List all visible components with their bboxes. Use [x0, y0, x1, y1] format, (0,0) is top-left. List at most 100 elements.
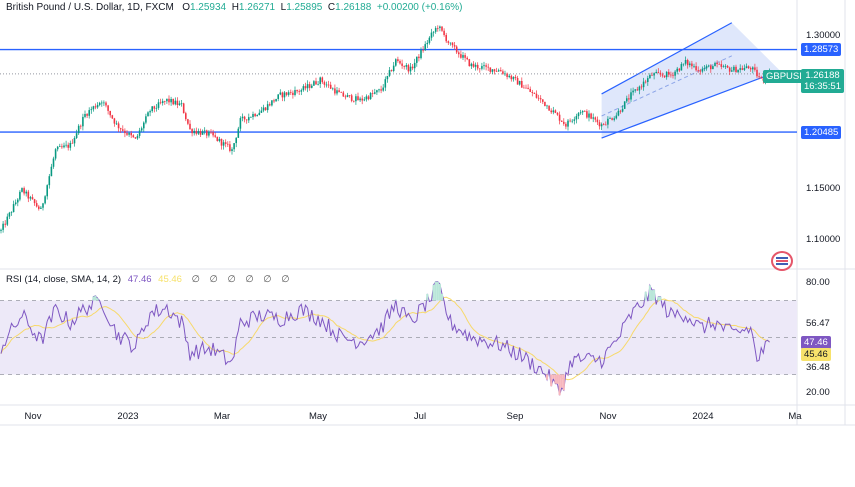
candle-body [558, 114, 561, 121]
candle-body [151, 106, 153, 112]
candle-body [233, 143, 235, 150]
candle-body [357, 96, 359, 101]
rsi-sma-value: 45.46 [158, 274, 182, 285]
candle-body [581, 110, 584, 113]
candle-body [176, 100, 179, 106]
candle-body [523, 87, 525, 89]
candle-body [663, 75, 666, 78]
candle-body [147, 112, 149, 117]
candle-body [546, 105, 548, 107]
candle-body [462, 55, 464, 58]
candle-body [319, 77, 321, 85]
rsi-label: RSI (14, close, SMA, 14, 2) [6, 274, 122, 285]
time-tick: 2024 [692, 411, 714, 422]
candle-body [390, 70, 393, 71]
candle-body [552, 110, 555, 113]
candle-body [384, 79, 387, 88]
time-tick: Jul [413, 411, 427, 422]
candle-body [466, 57, 468, 60]
candle-body [252, 114, 254, 118]
candle-body [340, 92, 342, 93]
candle-body [426, 42, 429, 45]
candle-body [48, 176, 51, 186]
candle-body [334, 88, 336, 94]
candle-body [493, 69, 496, 72]
candle-body [615, 115, 618, 119]
candle-body [71, 142, 74, 144]
candle-body [428, 37, 431, 43]
candle-body [203, 130, 206, 132]
candle-body [361, 98, 363, 101]
time-tick: Sep [506, 411, 524, 422]
candle-body [250, 117, 252, 118]
rsi-tick: 56.47 [806, 318, 830, 329]
candle-body [325, 84, 328, 86]
time-tick: 2023 [117, 411, 139, 422]
candle-body [216, 136, 219, 142]
candle-body [705, 66, 708, 69]
candle-body [241, 116, 244, 119]
candle-body [563, 121, 565, 124]
candle-body [678, 68, 681, 71]
candle-body [747, 66, 750, 69]
candle-body [113, 118, 116, 124]
candle-body [346, 95, 349, 98]
candle-body [382, 87, 384, 91]
empty-value: ∅ [263, 274, 272, 285]
candle-body [222, 142, 225, 146]
rsi-legend[interactable]: RSI (14, close, SMA, 14, 2) 47.46 45.46 … [6, 274, 289, 285]
candle-body [239, 118, 242, 129]
candle-body [185, 113, 187, 120]
rsi-tick: 80.00 [806, 277, 830, 288]
candle-body [741, 68, 744, 70]
candle-body [728, 67, 731, 72]
candle-body [693, 66, 695, 67]
candle-body [166, 98, 168, 102]
candle-body [470, 63, 473, 67]
candle-body [323, 82, 326, 85]
candle-body [130, 133, 132, 136]
candle-body [686, 60, 689, 66]
candle-body [661, 74, 664, 76]
candle-body [59, 146, 61, 148]
candle-body [403, 65, 405, 67]
candle-body [290, 92, 292, 93]
candle-body [109, 110, 111, 116]
candle-body [136, 135, 139, 139]
candle-body [596, 119, 599, 123]
candle-body [605, 124, 607, 126]
candle-body [12, 204, 15, 213]
candle-body [504, 73, 506, 75]
candle-body [210, 131, 212, 133]
candle-body [107, 105, 109, 111]
candle-body [571, 120, 573, 122]
candle-body [363, 99, 366, 101]
candle-body [682, 63, 685, 65]
candle-body [497, 70, 500, 72]
candle-body [754, 67, 756, 70]
candle-body [195, 130, 198, 134]
candle-body [122, 129, 124, 131]
candle-body [117, 123, 120, 129]
candle-body [430, 32, 433, 38]
candle-body [495, 71, 498, 72]
candle-body [628, 98, 630, 100]
candle-body [422, 49, 424, 51]
candle-body [716, 62, 718, 64]
economic-events-flag-icon[interactable] [771, 251, 793, 271]
candle-body [697, 70, 699, 71]
candle-body [460, 54, 462, 58]
candle-body [224, 142, 227, 144]
candle-body [689, 63, 691, 66]
candle-body [710, 65, 712, 70]
candle-body [111, 115, 114, 119]
candle-body [657, 71, 660, 73]
candle-body [61, 146, 63, 148]
candle-body [275, 99, 277, 102]
candle-body [355, 96, 357, 102]
candle-body [617, 110, 620, 116]
candle-body [542, 99, 544, 102]
candle-body [714, 62, 716, 67]
candle-body [235, 137, 237, 144]
candle-body [65, 144, 67, 146]
